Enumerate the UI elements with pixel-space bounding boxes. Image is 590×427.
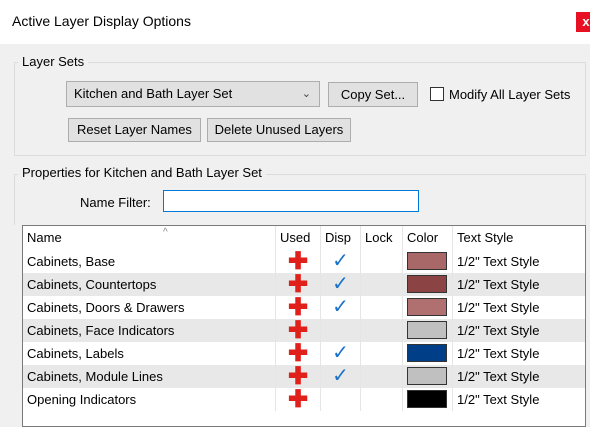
layer-sets-label: Layer Sets (18, 54, 89, 69)
column-header-disp[interactable]: Disp (321, 226, 361, 250)
used-plus-icon[interactable]: ✚ (276, 342, 321, 366)
table-row[interactable]: Opening Indicators ✚ 1/2" Text Style (23, 388, 585, 412)
table-row[interactable]: Cabinets, Face Indicators ✚ 1/2" Text Styl… (23, 319, 585, 343)
cell-color[interactable] (403, 296, 453, 319)
cell-name[interactable]: Cabinets, Countertops (23, 273, 276, 296)
layers-table[interactable]: Name ^ Used Disp Lock Color Text Style C… (22, 225, 586, 427)
title-bar: Active Layer Display Options x (0, 0, 590, 40)
color-swatch[interactable] (407, 298, 447, 316)
cell-name[interactable]: Cabinets, Doors & Drawers (23, 296, 276, 319)
column-header-text-style[interactable]: Text Style (453, 226, 585, 250)
name-filter-label: Name Filter: (80, 195, 151, 210)
display-check-icon[interactable]: ✓ (321, 250, 361, 273)
display-check-icon[interactable]: ✓ (321, 296, 361, 319)
cell-text-style[interactable]: 1/2" Text Style (453, 365, 585, 388)
display-check-icon[interactable]: ✓ (321, 365, 361, 388)
cell-text-style[interactable]: 1/2" Text Style (453, 342, 585, 365)
used-plus-icon[interactable]: ✚ (276, 296, 321, 320)
cell-text-style[interactable]: 1/2" Text Style (453, 250, 585, 273)
cell-lock[interactable] (361, 319, 403, 342)
table-row[interactable]: Cabinets, Base ✚ ✓ 1/2" Text Style (23, 250, 585, 274)
used-plus-icon[interactable]: ✚ (276, 319, 321, 343)
cell-name[interactable]: Cabinets, Module Lines (23, 365, 276, 388)
layer-set-dropdown[interactable]: Kitchen and Bath Layer Set ⌄ (66, 81, 320, 107)
cell-lock[interactable] (361, 388, 403, 411)
color-swatch[interactable] (407, 252, 447, 270)
cell-name[interactable]: Cabinets, Labels (23, 342, 276, 365)
cell-color[interactable] (403, 342, 453, 365)
reset-layer-names-button[interactable]: Reset Layer Names (68, 118, 201, 142)
modify-all-label: Modify All Layer Sets (449, 87, 571, 102)
layer-set-dropdown-value: Kitchen and Bath Layer Set (74, 86, 233, 101)
cell-lock[interactable] (361, 342, 403, 365)
properties-label: Properties for Kitchen and Bath Layer Se… (18, 165, 266, 180)
color-swatch[interactable] (407, 390, 447, 408)
name-filter-input[interactable] (163, 190, 419, 212)
display-check-icon[interactable]: ✓ (321, 273, 361, 296)
cell-color[interactable] (403, 273, 453, 296)
cell-color[interactable] (403, 365, 453, 388)
table-header: Name ^ Used Disp Lock Color Text Style (23, 226, 585, 250)
column-header-lock[interactable]: Lock (361, 226, 403, 250)
used-plus-icon[interactable]: ✚ (276, 388, 321, 412)
cell-color[interactable] (403, 388, 453, 411)
cell-lock[interactable] (361, 250, 403, 273)
cell-name[interactable]: Cabinets, Face Indicators (23, 319, 276, 342)
cell-text-style[interactable]: 1/2" Text Style (453, 388, 585, 411)
copy-set-button[interactable]: Copy Set... (328, 82, 418, 107)
table-row[interactable]: Cabinets, Module Lines ✚ ✓ 1/2" Text Style (23, 365, 585, 389)
used-plus-icon[interactable]: ✚ (276, 273, 321, 297)
modify-all-checkbox[interactable] (430, 87, 444, 101)
column-header-name[interactable]: Name ^ (23, 226, 276, 250)
cell-text-style[interactable]: 1/2" Text Style (453, 296, 585, 319)
color-swatch[interactable] (407, 275, 447, 293)
sort-caret-icon: ^ (163, 227, 168, 238)
cell-disp[interactable] (321, 388, 361, 411)
column-header-used[interactable]: Used (276, 226, 321, 250)
cell-lock[interactable] (361, 365, 403, 388)
used-plus-icon[interactable]: ✚ (276, 365, 321, 389)
window-title: Active Layer Display Options (12, 13, 191, 29)
color-swatch[interactable] (407, 367, 447, 385)
table-row[interactable]: Cabinets, Doors & Drawers ✚ ✓ 1/2" Text Sty… (23, 296, 585, 320)
delete-unused-layers-button[interactable]: Delete Unused Layers (207, 118, 351, 142)
cell-color[interactable] (403, 319, 453, 342)
used-plus-icon[interactable]: ✚ (276, 250, 321, 274)
close-button[interactable]: x (576, 12, 590, 32)
cell-disp[interactable] (321, 319, 361, 342)
cell-text-style[interactable]: 1/2" Text Style (453, 319, 585, 342)
column-header-color[interactable]: Color (403, 226, 453, 250)
cell-text-style[interactable]: 1/2" Text Style (453, 273, 585, 296)
display-check-icon[interactable]: ✓ (321, 342, 361, 365)
cell-color[interactable] (403, 250, 453, 273)
cell-name[interactable]: Opening Indicators (23, 388, 276, 411)
color-swatch[interactable] (407, 321, 447, 339)
table-row[interactable]: Cabinets, Labels ✚ ✓ 1/2" Text Style (23, 342, 585, 366)
cell-lock[interactable] (361, 296, 403, 319)
color-swatch[interactable] (407, 344, 447, 362)
table-row[interactable]: Cabinets, Countertops ✚ ✓ 1/2" Text Style (23, 273, 585, 297)
cell-lock[interactable] (361, 273, 403, 296)
chevron-down-icon: ⌄ (301, 88, 311, 100)
cell-name[interactable]: Cabinets, Base (23, 250, 276, 273)
